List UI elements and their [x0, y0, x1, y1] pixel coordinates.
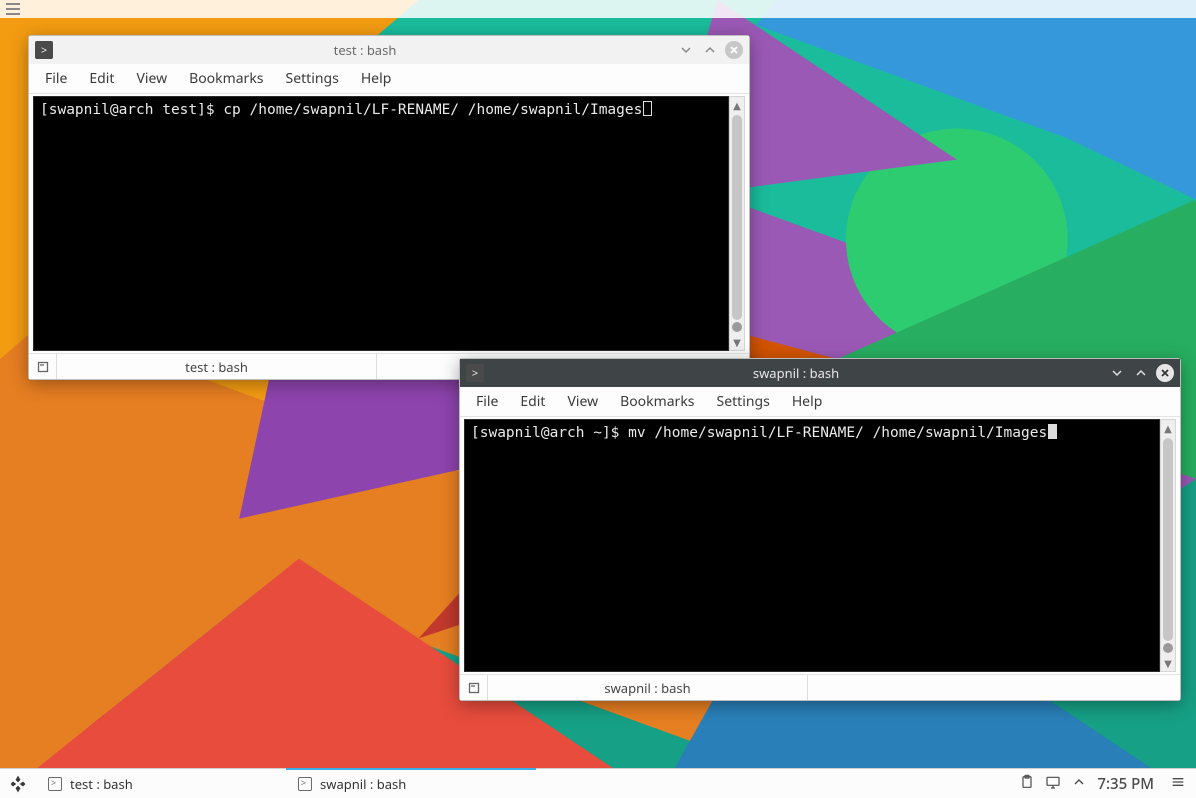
menu-edit[interactable]: Edit — [510, 388, 555, 415]
menu-settings[interactable]: Settings — [707, 388, 780, 415]
scroll-thumb[interactable] — [1163, 438, 1173, 641]
taskbar: test : bash swapnil : bash 7:35 PM — [0, 768, 1196, 798]
task-label: swapnil : bash — [320, 775, 406, 793]
taskbar-entry-2[interactable]: swapnil : bash — [286, 769, 536, 798]
window-title: test : bash — [59, 41, 671, 59]
task-label: test : bash — [70, 775, 133, 793]
terminal-window-1[interactable]: > test : bash File Edit View Bookmarks S… — [28, 35, 750, 380]
terminal-icon — [298, 777, 312, 791]
menu-file[interactable]: File — [35, 65, 77, 92]
cursor-icon — [1048, 424, 1057, 439]
terminal-output[interactable]: [swapnil@arch test]$ cp /home/swapnil/LF… — [33, 96, 729, 351]
tab-1[interactable]: swapnil : bash — [488, 675, 808, 700]
scroll-down-icon[interactable]: ▼ — [1164, 655, 1172, 671]
scroll-up-icon[interactable]: ▲ — [733, 97, 741, 113]
menu-file[interactable]: File — [466, 388, 508, 415]
menu-view[interactable]: View — [126, 65, 177, 92]
shell-prompt: [swapnil@arch ~]$ — [471, 425, 628, 441]
scroll-up-icon[interactable]: ▲ — [1164, 420, 1172, 436]
terminal-output[interactable]: [swapnil@arch ~]$ mv /home/swapnil/LF-RE… — [464, 419, 1160, 672]
terminal-app-icon: > — [35, 41, 53, 59]
close-button[interactable] — [1156, 364, 1174, 382]
menu-bookmarks[interactable]: Bookmarks — [610, 388, 704, 415]
scroll-down-icon[interactable]: ▼ — [733, 334, 741, 350]
titlebar[interactable]: > test : bash — [29, 36, 749, 64]
minimize-button[interactable] — [677, 41, 695, 59]
scrollbar[interactable]: ▲ ▼ — [729, 96, 745, 351]
terminal-icon — [48, 777, 62, 791]
shell-command: mv /home/swapnil/LF-RENAME/ /home/swapni… — [628, 425, 1047, 441]
maximize-button[interactable] — [701, 41, 719, 59]
titlebar[interactable]: > swapnil : bash — [460, 359, 1180, 387]
new-tab-button[interactable] — [29, 354, 57, 379]
scroll-handle-icon[interactable] — [732, 322, 742, 332]
clipboard-icon[interactable] — [1019, 774, 1035, 794]
menu-help[interactable]: Help — [351, 65, 402, 92]
tab-label: swapnil : bash — [604, 679, 690, 697]
tab-1[interactable]: test : bash — [57, 354, 377, 379]
shell-command: cp /home/swapnil/LF-RENAME/ /home/swapni… — [223, 102, 642, 118]
clock[interactable]: 7:35 PM — [1097, 774, 1160, 794]
scrollbar[interactable]: ▲ ▼ — [1160, 419, 1176, 672]
terminal-window-2[interactable]: > swapnil : bash File Edit View Bookmark… — [459, 358, 1181, 701]
scroll-handle-icon[interactable] — [1163, 643, 1173, 653]
close-button[interactable] — [725, 41, 743, 59]
tab-bar: swapnil : bash — [460, 674, 1180, 700]
shell-prompt: [swapnil@arch test]$ — [40, 102, 223, 118]
window-title: swapnil : bash — [490, 364, 1102, 382]
menu-view[interactable]: View — [557, 388, 608, 415]
menu-edit[interactable]: Edit — [79, 65, 124, 92]
system-tray: 7:35 PM — [1009, 774, 1196, 794]
desktop: > test : bash File Edit View Bookmarks S… — [0, 0, 1196, 798]
chevron-up-icon[interactable] — [1071, 774, 1087, 794]
maximize-button[interactable] — [1132, 364, 1150, 382]
menubar: File Edit View Bookmarks Settings Help — [460, 387, 1180, 417]
panel-menu-button[interactable] — [0, 0, 26, 18]
terminal-app-icon: > — [466, 364, 484, 382]
menu-bookmarks[interactable]: Bookmarks — [179, 65, 273, 92]
menu-help[interactable]: Help — [782, 388, 833, 415]
new-tab-button[interactable] — [460, 675, 488, 700]
panel-menu-icon[interactable] — [1170, 774, 1186, 794]
application-launcher[interactable] — [0, 769, 36, 798]
taskbar-entry-1[interactable]: test : bash — [36, 769, 286, 798]
display-icon[interactable] — [1045, 774, 1061, 794]
menu-settings[interactable]: Settings — [276, 65, 349, 92]
menubar: File Edit View Bookmarks Settings Help — [29, 64, 749, 94]
top-panel — [0, 0, 1196, 18]
tab-label: test : bash — [185, 358, 248, 376]
scroll-thumb[interactable] — [732, 115, 742, 320]
minimize-button[interactable] — [1108, 364, 1126, 382]
cursor-icon — [643, 101, 652, 116]
